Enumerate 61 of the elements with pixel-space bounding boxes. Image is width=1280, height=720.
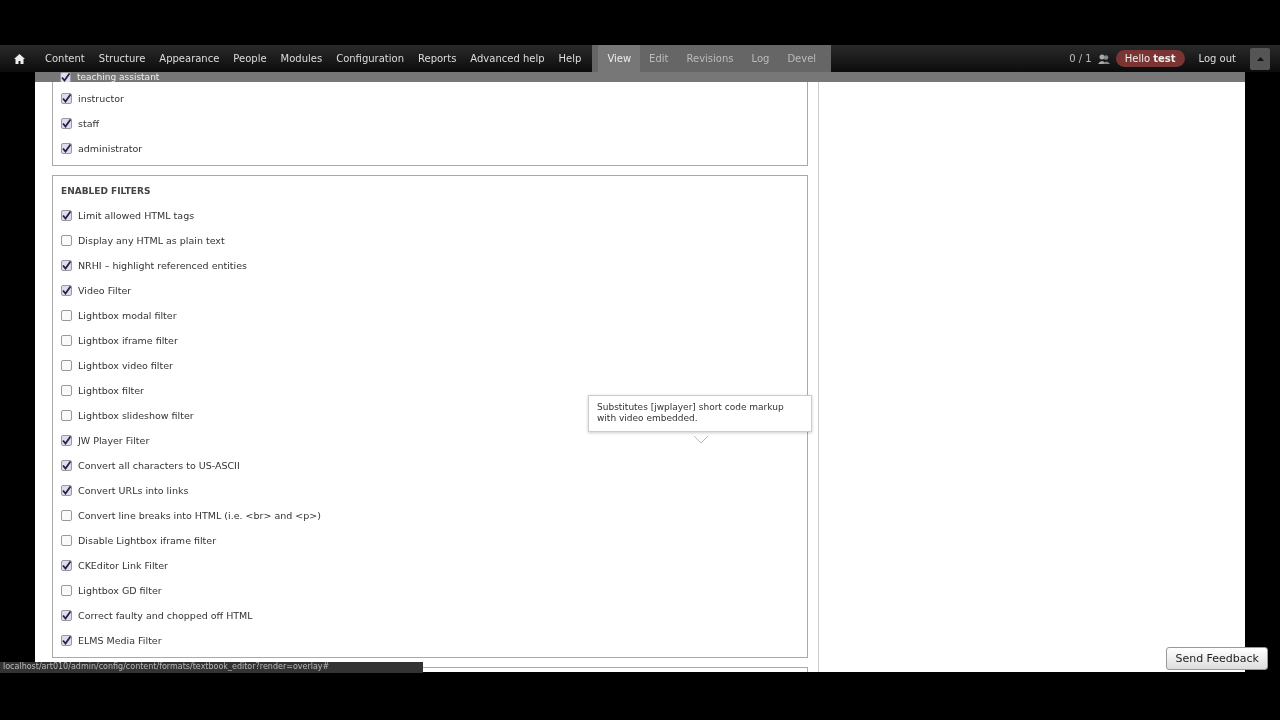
filter-option[interactable]: Lightbox iframe filter: [61, 328, 799, 353]
checkbox[interactable]: [61, 385, 72, 396]
checkbox[interactable]: [61, 435, 72, 446]
checkbox[interactable]: [61, 585, 72, 596]
filter-tooltip: Substitutes [jwplayer] short code markup with video embedded.: [588, 395, 812, 432]
checkbox[interactable]: [61, 535, 72, 546]
filter-option[interactable]: Disable Lightbox iframe filter: [61, 528, 799, 553]
toolbar-menu-item[interactable]: Help: [551, 45, 589, 72]
toolbar-menu-item[interactable]: People: [226, 45, 274, 72]
user-greeting-link[interactable]: Hello test: [1115, 50, 1185, 67]
checkbox[interactable]: [61, 410, 72, 421]
toolbar-menu-item[interactable]: Advanced help: [463, 45, 552, 72]
checkbox[interactable]: [61, 485, 72, 496]
toolbar-menu-item[interactable]: Configuration: [329, 45, 411, 72]
checkbox[interactable]: [61, 610, 72, 621]
filter-option[interactable]: Lightbox video filter: [61, 353, 799, 378]
toolbar-menu-item[interactable]: Appearance: [152, 45, 227, 72]
status-url: localhost/art010/admin/config/content/formats/textbook_editor?render=overlay#: [0, 662, 423, 673]
filter-option[interactable]: Correct faulty and chopped off HTML: [61, 603, 799, 628]
checkbox[interactable]: [61, 210, 72, 221]
users-icon: [1097, 53, 1110, 64]
fieldset-legend: ENABLED FILTERS: [61, 186, 799, 196]
toolbar-menu-item[interactable]: Modules: [273, 45, 330, 72]
filter-option[interactable]: ELMS Media Filter: [61, 628, 799, 653]
checkbox[interactable]: [61, 310, 72, 321]
filter-option[interactable]: Limit allowed HTML tags: [61, 203, 799, 228]
filter-option[interactable]: Lightbox GD filter: [61, 578, 799, 603]
checkbox[interactable]: [60, 72, 71, 82]
online-users-count: 0 / 1: [1069, 53, 1092, 64]
checkbox[interactable]: [61, 360, 72, 371]
filter-option[interactable]: Convert line breaks into HTML (i.e. <br> and <p>): [61, 503, 799, 528]
filter-option[interactable]: Convert all characters to US-ASCII: [61, 453, 799, 478]
checkbox[interactable]: [61, 93, 72, 104]
filter-option[interactable]: Display any HTML as plain text: [61, 228, 799, 253]
tooltip-pointer-icon: [694, 436, 708, 444]
toolbar-menu-item[interactable]: Content: [38, 45, 92, 72]
checkbox[interactable]: [61, 235, 72, 246]
role-option[interactable]: staff: [61, 111, 799, 136]
checkbox[interactable]: [61, 560, 72, 571]
filter-option[interactable]: Lightbox modal filter: [61, 303, 799, 328]
role-option[interactable]: instructor: [61, 86, 799, 111]
filter-option[interactable]: Video Filter: [61, 278, 799, 303]
checkbox[interactable]: [61, 460, 72, 471]
checkbox[interactable]: [61, 510, 72, 521]
role-option[interactable]: administrator: [61, 136, 799, 161]
overlay-tab[interactable]: View: [598, 45, 641, 72]
logout-link[interactable]: Log out: [1190, 53, 1244, 64]
toolbar-menu-item[interactable]: Reports: [411, 45, 464, 72]
checkbox[interactable]: [61, 635, 72, 646]
checkbox[interactable]: [61, 118, 72, 129]
send-feedback-button[interactable]: Send Feedback: [1166, 647, 1268, 670]
checkbox[interactable]: [61, 143, 72, 154]
filter-option[interactable]: Convert URLs into links: [61, 478, 799, 503]
checkbox[interactable]: [61, 335, 72, 346]
role-option[interactable]: teaching assistant: [60, 72, 160, 82]
checkbox[interactable]: [61, 260, 72, 271]
filter-option[interactable]: NRHI – highlight referenced entities: [61, 253, 799, 278]
caret-up-icon: [1256, 56, 1264, 61]
checkbox[interactable]: [61, 285, 72, 296]
toolbar-menu-item[interactable]: Structure: [91, 45, 153, 72]
filter-option[interactable]: CKEditor Link Filter: [61, 553, 799, 578]
